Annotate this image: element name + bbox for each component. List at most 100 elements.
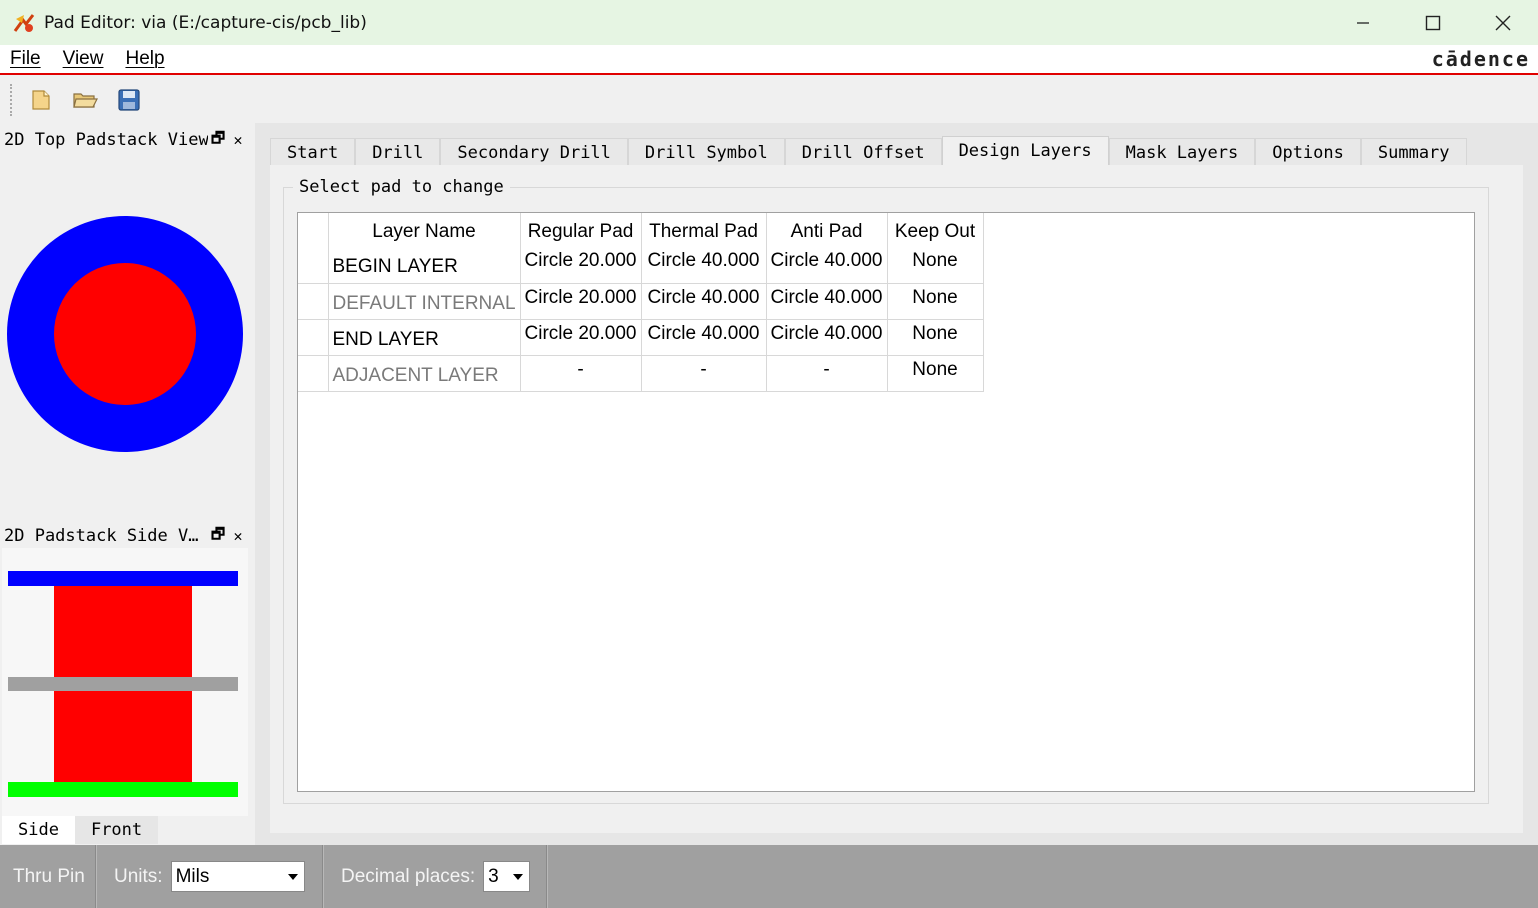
select-pad-group: Select pad to change Layer Name Regular … bbox=[283, 177, 1489, 804]
menu-view[interactable]: View bbox=[53, 48, 114, 70]
regular-pad-cell[interactable]: - bbox=[520, 355, 642, 392]
decimal-label: Decimal places: bbox=[341, 865, 476, 887]
keep-out-cell[interactable]: None bbox=[887, 355, 984, 392]
toolbar-grip[interactable] bbox=[10, 84, 14, 116]
top-view-close-icon[interactable]: ✕ bbox=[228, 131, 248, 149]
keep-out-cell[interactable]: None bbox=[887, 247, 984, 284]
chevron-down-icon bbox=[513, 874, 524, 880]
units-value: Mils bbox=[175, 865, 210, 887]
tab-front[interactable]: Front bbox=[74, 816, 159, 844]
tab-mask-layers[interactable]: Mask Layers bbox=[1108, 138, 1256, 165]
layer-name-cell[interactable]: END LAYER bbox=[328, 319, 521, 356]
pad-editor-app-icon bbox=[12, 11, 36, 35]
header-layer-name[interactable]: Layer Name bbox=[328, 213, 521, 247]
row-header[interactable] bbox=[298, 283, 329, 320]
header-thermal-pad[interactable]: Thermal Pad bbox=[641, 213, 767, 247]
anti-pad-cell[interactable]: - bbox=[766, 355, 888, 392]
regular-pad-cell[interactable]: Circle 20.000 bbox=[520, 319, 642, 356]
row-header[interactable] bbox=[298, 247, 329, 284]
tab-drill[interactable]: Drill bbox=[355, 138, 441, 165]
tab-drill-symbol[interactable]: Drill Symbol bbox=[627, 138, 785, 165]
tab-options[interactable]: Options bbox=[1255, 138, 1361, 165]
row-header[interactable] bbox=[298, 355, 329, 392]
title-bar: Pad Editor: via (E:/capture-cis/pcb_lib) bbox=[0, 0, 1538, 45]
begin-layer-bar bbox=[8, 571, 238, 586]
window-title: Pad Editor: via (E:/capture-cis/pcb_lib) bbox=[44, 12, 367, 33]
thermal-pad-cell[interactable]: Circle 40.000 bbox=[641, 283, 767, 320]
top-padstack-view bbox=[2, 151, 252, 517]
tab-secondary-drill[interactable]: Secondary Drill bbox=[440, 138, 628, 165]
table-row[interactable]: ADJACENT LAYER - - - None bbox=[298, 355, 984, 392]
design-layers-page: Select pad to change Layer Name Regular … bbox=[270, 165, 1523, 833]
maximize-button[interactable] bbox=[1398, 0, 1468, 45]
decimal-value: 3 bbox=[488, 865, 499, 887]
open-folder-button[interactable] bbox=[68, 83, 102, 117]
keep-out-cell[interactable]: None bbox=[887, 319, 984, 356]
tab-drill-offset[interactable]: Drill Offset bbox=[784, 138, 942, 165]
table-row[interactable]: BEGIN LAYER Circle 20.000 Circle 40.000 … bbox=[298, 247, 984, 284]
top-view-panel-header: 2D Top Padstack View 🗗 ✕ bbox=[2, 126, 248, 154]
decimal-segment: Decimal places: 3 bbox=[323, 845, 547, 908]
close-icon bbox=[1495, 15, 1511, 30]
maximize-icon bbox=[1425, 15, 1441, 30]
chevron-down-icon bbox=[287, 874, 298, 880]
anti-pad-cell[interactable]: Circle 40.000 bbox=[766, 283, 888, 320]
menu-help[interactable]: Help bbox=[115, 48, 174, 70]
group-title: Select pad to change bbox=[293, 177, 510, 197]
layers-table: Layer Name Regular Pad Thermal Pad Anti … bbox=[298, 213, 984, 392]
units-label: Units: bbox=[114, 865, 163, 887]
tab-summary[interactable]: Summary bbox=[1360, 138, 1467, 165]
open-folder-icon bbox=[73, 93, 98, 108]
table-row[interactable]: DEFAULT INTERNAL Circle 20.000 Circle 40… bbox=[298, 283, 984, 320]
menu-bar: File View Help cādence bbox=[0, 45, 1538, 75]
new-file-icon bbox=[32, 90, 50, 110]
layers-table-frame: Layer Name Regular Pad Thermal Pad Anti … bbox=[297, 212, 1475, 792]
top-view-float-icon[interactable]: 🗗 bbox=[208, 128, 228, 153]
side-view-float-icon[interactable]: 🗗 bbox=[208, 524, 228, 549]
minimize-button[interactable] bbox=[1328, 0, 1398, 45]
top-view-title: 2D Top Padstack View bbox=[4, 130, 208, 150]
regular-pad-cell[interactable]: Circle 20.000 bbox=[520, 247, 642, 284]
header-regular-pad[interactable]: Regular Pad bbox=[520, 213, 642, 247]
toolbar bbox=[0, 77, 1538, 123]
layer-name-cell[interactable]: BEGIN LAYER bbox=[328, 247, 521, 284]
close-button[interactable] bbox=[1468, 0, 1538, 45]
menu-file[interactable]: File bbox=[0, 48, 51, 70]
layer-name-cell[interactable]: ADJACENT LAYER bbox=[328, 355, 521, 392]
units-select[interactable]: Mils bbox=[170, 861, 305, 892]
units-segment: Units: Mils bbox=[96, 845, 323, 908]
keep-out-cell[interactable]: None bbox=[887, 283, 984, 320]
side-view-tabs: Side Front bbox=[2, 816, 248, 844]
decimal-places-select[interactable]: 3 bbox=[483, 861, 531, 892]
thermal-pad-cell[interactable]: Circle 40.000 bbox=[641, 319, 767, 356]
status-bar: Thru Pin Units: Mils Decimal places: 3 bbox=[0, 845, 1538, 908]
row-header[interactable] bbox=[298, 319, 329, 356]
tab-side[interactable]: Side bbox=[2, 816, 75, 844]
end-layer-bar bbox=[8, 782, 238, 797]
tab-design-layers[interactable]: Design Layers bbox=[941, 136, 1109, 165]
side-view-title: 2D Padstack Side V… bbox=[4, 526, 199, 546]
corner-header bbox=[298, 213, 329, 247]
table-header-row: Layer Name Regular Pad Thermal Pad Anti … bbox=[298, 213, 984, 247]
pin-type-segment: Thru Pin bbox=[0, 845, 96, 908]
header-anti-pad[interactable]: Anti Pad bbox=[766, 213, 888, 247]
left-dock: 2D Top Padstack View 🗗 ✕ 2D Padstack Sid… bbox=[0, 123, 255, 845]
anti-pad-cell[interactable]: Circle 40.000 bbox=[766, 247, 888, 284]
minimize-icon bbox=[1357, 21, 1369, 24]
internal-layer-bar bbox=[8, 677, 238, 691]
new-file-button[interactable] bbox=[24, 83, 58, 117]
thermal-pad-cell[interactable]: Circle 40.000 bbox=[641, 247, 767, 284]
tab-start[interactable]: Start bbox=[270, 138, 356, 165]
header-keep-out[interactable]: Keep Out bbox=[887, 213, 984, 247]
side-view-close-icon[interactable]: ✕ bbox=[228, 527, 248, 545]
main-area: Start Drill Secondary Drill Drill Symbol… bbox=[255, 123, 1538, 845]
regular-pad-circle bbox=[54, 263, 196, 405]
table-row[interactable]: END LAYER Circle 20.000 Circle 40.000 Ci… bbox=[298, 319, 984, 356]
cadence-logo: cādence bbox=[1431, 47, 1530, 71]
regular-pad-cell[interactable]: Circle 20.000 bbox=[520, 283, 642, 320]
save-button[interactable] bbox=[112, 83, 146, 117]
layer-name-cell[interactable]: DEFAULT INTERNAL bbox=[328, 283, 521, 320]
save-disk-icon bbox=[118, 89, 140, 111]
thermal-pad-cell[interactable]: - bbox=[641, 355, 767, 392]
anti-pad-cell[interactable]: Circle 40.000 bbox=[766, 319, 888, 356]
